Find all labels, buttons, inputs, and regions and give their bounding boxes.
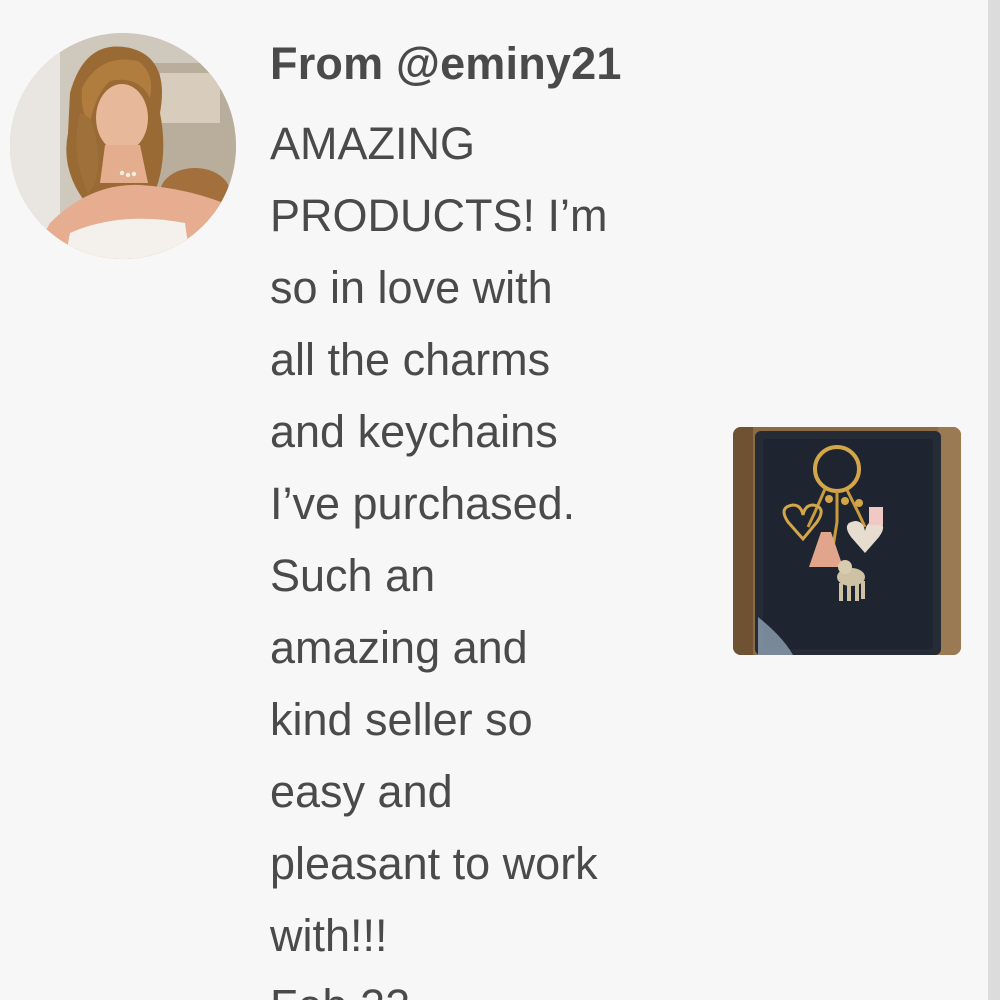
review-text-line: and keychains — [270, 406, 558, 457]
keychain-product-photo[interactable] — [733, 427, 961, 655]
review-text-line: kind seller so — [270, 694, 533, 745]
product-photo-image — [733, 427, 961, 655]
avatar-image — [10, 33, 236, 259]
review-author[interactable]: From @eminy21 — [270, 38, 622, 90]
review-text-line: PRODUCTS! I’m — [270, 190, 608, 241]
review-text: AMAZING PRODUCTS! I’m so in love with al… — [270, 108, 740, 972]
reviewer-avatar[interactable] — [10, 33, 236, 259]
scroll-edge — [988, 0, 1000, 1000]
review-text-line: AMAZING — [270, 118, 476, 169]
review-text-line: I’ve purchased. — [270, 478, 576, 529]
review-card: From @eminy21 AMAZING PRODUCTS! I’m so i… — [0, 0, 1000, 1000]
review-date: Feb 22 — [270, 970, 410, 1000]
review-text-line: so in love with — [270, 262, 553, 313]
review-text-line: easy and — [270, 766, 453, 817]
review-text-line: pleasant to work — [270, 838, 598, 889]
review-text-line: with!!! — [270, 910, 388, 961]
review-text-line: Such an — [270, 550, 436, 601]
review-text-line: all the charms — [270, 334, 551, 385]
review-text-line: amazing and — [270, 622, 528, 673]
